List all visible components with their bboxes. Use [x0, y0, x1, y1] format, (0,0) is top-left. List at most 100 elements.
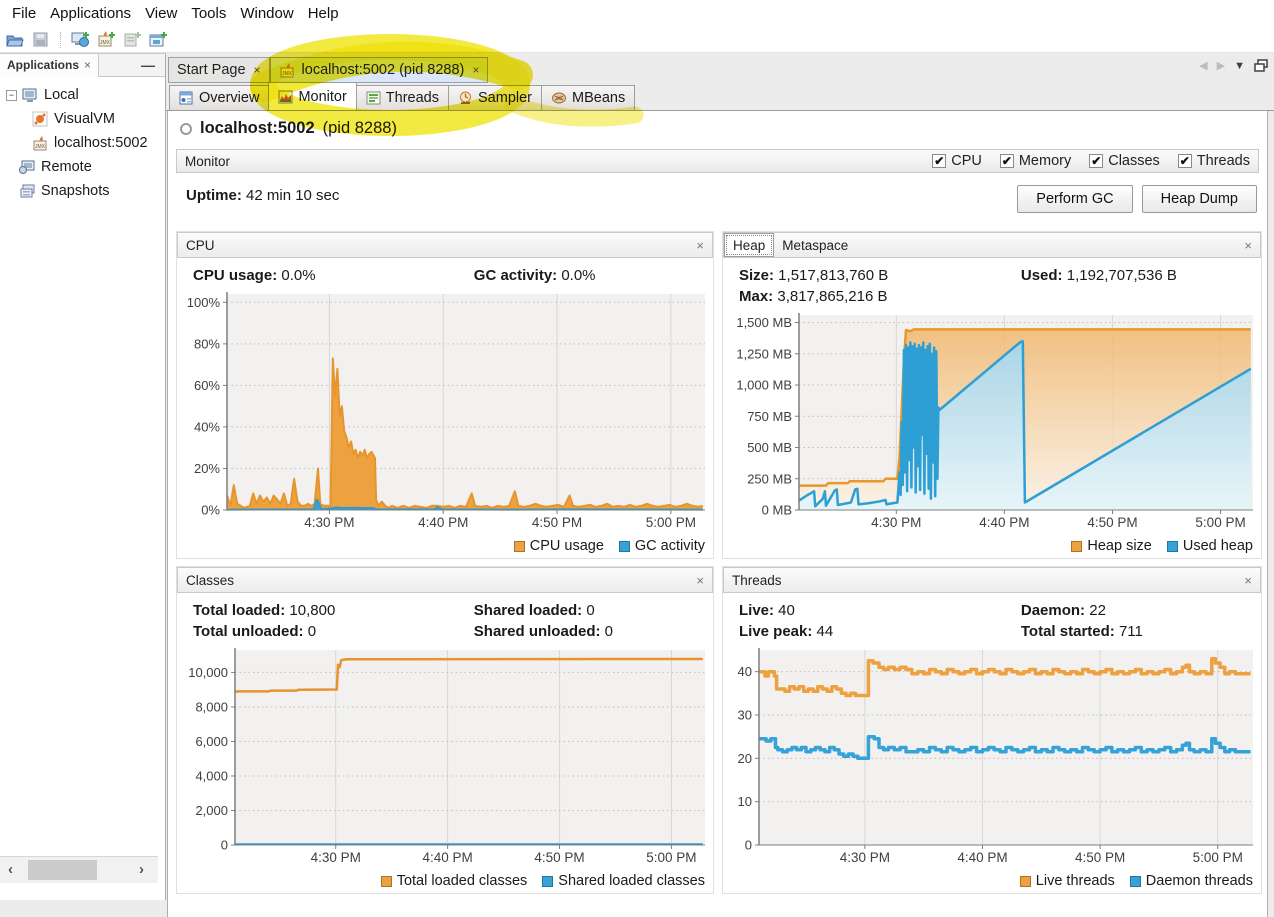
tree-item-local[interactable]: − Local: [0, 83, 165, 107]
tab-sampler[interactable]: Sampler: [448, 85, 542, 110]
threads-panel-title: Threads: [732, 573, 782, 588]
menu-help[interactable]: Help: [301, 2, 346, 25]
tree-item-localhost-5002[interactable]: JMXlocalhost:5002: [0, 131, 165, 155]
legend-swatch: [1071, 541, 1082, 552]
tab-metaspace[interactable]: Metaspace: [774, 233, 856, 257]
stat-total-started: Total started: 711: [1021, 623, 1261, 640]
svg-text:4:50 PM: 4:50 PM: [532, 515, 582, 530]
stat-max: Max: 3,817,865,216 B: [739, 288, 1021, 305]
tree-item-label: Local: [44, 87, 79, 103]
monitor-section-bar: Monitor ✔CPU✔Memory✔Classes✔Threads: [176, 149, 1259, 173]
menu-view[interactable]: View: [138, 2, 184, 25]
menu-file[interactable]: File: [5, 2, 43, 25]
tab-heap[interactable]: Heap: [724, 233, 774, 257]
threads-legend: Live threads Daemon threads: [723, 869, 1261, 893]
legend-label: Used heap: [1183, 538, 1253, 554]
tab-mbeans[interactable]: MBeans: [541, 85, 635, 110]
checkmark-icon[interactable]: ✔: [1178, 154, 1192, 168]
scroll-right-icon[interactable]: ›: [139, 861, 144, 878]
scrollbar-thumb[interactable]: [28, 860, 97, 880]
main-area: Start Page × JMX localhost:5002 (pid 828…: [166, 53, 1274, 900]
svg-text:60%: 60%: [194, 378, 220, 393]
scroll-tabs-right-icon[interactable]: ▶: [1217, 59, 1225, 72]
tree-item-label: Snapshots: [41, 183, 110, 199]
applications-sidebar: Applications × — − Local VisualVMJMXlocalh…: [0, 53, 166, 900]
svg-text:4,000: 4,000: [195, 768, 228, 783]
classes-panel-title: Classes: [186, 573, 234, 588]
checkbox-classes[interactable]: ✔Classes: [1089, 153, 1160, 169]
checkbox-memory[interactable]: ✔Memory: [1000, 153, 1071, 169]
cpu-panel: CPU × CPU usage: 0.0%GC activity: 0.0% 0…: [176, 231, 714, 559]
svg-text:5:00 PM: 5:00 PM: [646, 850, 696, 865]
menu-applications[interactable]: Applications: [43, 2, 138, 25]
legend-item: CPU usage: [514, 538, 604, 554]
scroll-tabs-left-icon[interactable]: ◀: [1199, 59, 1207, 72]
applications-tab-label: Applications: [7, 58, 79, 72]
close-icon[interactable]: ×: [696, 573, 704, 588]
heap-dump-button[interactable]: Heap Dump: [1142, 185, 1257, 213]
svg-text:JMX: JMX: [282, 71, 293, 77]
tab-start-page[interactable]: Start Page ×: [168, 57, 270, 83]
cpu-stats: CPU usage: 0.0%GC activity: 0.0%: [177, 258, 713, 286]
cpu-chart: 0%20%40%60%80%100%4:30 PM4:40 PM4:50 PM5…: [177, 286, 713, 534]
maximize-window-icon[interactable]: [1254, 59, 1268, 72]
close-icon[interactable]: ×: [1244, 573, 1252, 588]
stat-live-peak: Live peak: 44: [739, 623, 1021, 640]
heap-chart: 0 MB250 MB500 MB750 MB1,000 MB1,250 MB1,…: [723, 307, 1261, 534]
sampler-icon: [458, 91, 473, 105]
close-icon[interactable]: ×: [696, 238, 704, 253]
close-icon[interactable]: ×: [1244, 238, 1252, 253]
stat-live: Live: 40: [739, 602, 1021, 619]
monitor-content: localhost:5002 (pid 8288) Monitor ✔CPU✔M…: [167, 111, 1268, 917]
heap-panel-header: Heap Metaspace ×: [723, 232, 1261, 258]
scroll-left-icon[interactable]: ‹: [8, 861, 13, 878]
tab-overview[interactable]: Overview: [169, 85, 269, 110]
add-host-icon[interactable]: [69, 29, 91, 50]
save-icon[interactable]: [30, 29, 52, 50]
snapshots-icon: [19, 183, 36, 199]
stat-total-unloaded: Total unloaded: 0: [193, 623, 474, 640]
menu-tools[interactable]: Tools: [184, 2, 233, 25]
perform-gc-button[interactable]: Perform GC: [1017, 185, 1132, 213]
minimize-icon[interactable]: —: [131, 57, 165, 73]
close-icon[interactable]: ×: [252, 63, 261, 77]
expander-icon[interactable]: −: [6, 90, 17, 101]
svg-text:0: 0: [221, 838, 228, 853]
tab-localhost-5002[interactable]: JMX localhost:5002 (pid 8288) ×: [270, 57, 489, 83]
legend-label: Daemon threads: [1146, 873, 1253, 889]
tab-label: Threads: [386, 90, 439, 106]
svg-text:20: 20: [738, 751, 752, 766]
close-icon[interactable]: ×: [84, 58, 91, 72]
applications-tab[interactable]: Applications ×: [0, 54, 99, 77]
checkmark-icon[interactable]: ✔: [1000, 154, 1014, 168]
heap-legend: Heap sizeUsed heap: [723, 534, 1261, 558]
open-icon[interactable]: [4, 29, 26, 50]
uptime: Uptime: 42 min 10 sec: [186, 187, 339, 204]
tab-list-dropdown-icon[interactable]: ▼: [1234, 60, 1245, 72]
svg-text:4:40 PM: 4:40 PM: [422, 850, 472, 865]
tree-item-visualvm[interactable]: VisualVM: [0, 107, 165, 131]
sidebar-horizontal-scrollbar[interactable]: ‹ ›: [0, 856, 158, 883]
tree-item-remote[interactable]: Remote: [0, 155, 165, 179]
svg-text:4:30 PM: 4:30 PM: [840, 850, 890, 865]
cpu-panel-header: CPU ×: [177, 232, 713, 258]
add-jmx-connection-icon[interactable]: JMX: [95, 29, 117, 50]
menu-window[interactable]: Window: [233, 2, 300, 25]
tab-label: Overview: [199, 90, 259, 106]
tree-item-snapshots[interactable]: Snapshots: [0, 179, 165, 203]
overview-icon: [179, 91, 194, 105]
tab-label: Sampler: [478, 90, 532, 106]
checkbox-threads[interactable]: ✔Threads: [1178, 153, 1250, 169]
tab-monitor[interactable]: Monitor: [268, 82, 356, 110]
legend-label: Live threads: [1036, 873, 1115, 889]
svg-text:0%: 0%: [201, 503, 220, 518]
checkbox-cpu[interactable]: ✔CPU: [932, 153, 982, 169]
tab-threads[interactable]: Threads: [356, 85, 449, 110]
close-icon[interactable]: ×: [470, 63, 479, 77]
add-application-icon[interactable]: [147, 29, 169, 50]
checkmark-icon[interactable]: ✔: [932, 154, 946, 168]
checkmark-icon[interactable]: ✔: [1089, 154, 1103, 168]
add-snapshot-icon[interactable]: [121, 29, 143, 50]
legend-swatch: [619, 541, 630, 552]
stat-cpu-usage: CPU usage: 0.0%: [193, 267, 474, 284]
